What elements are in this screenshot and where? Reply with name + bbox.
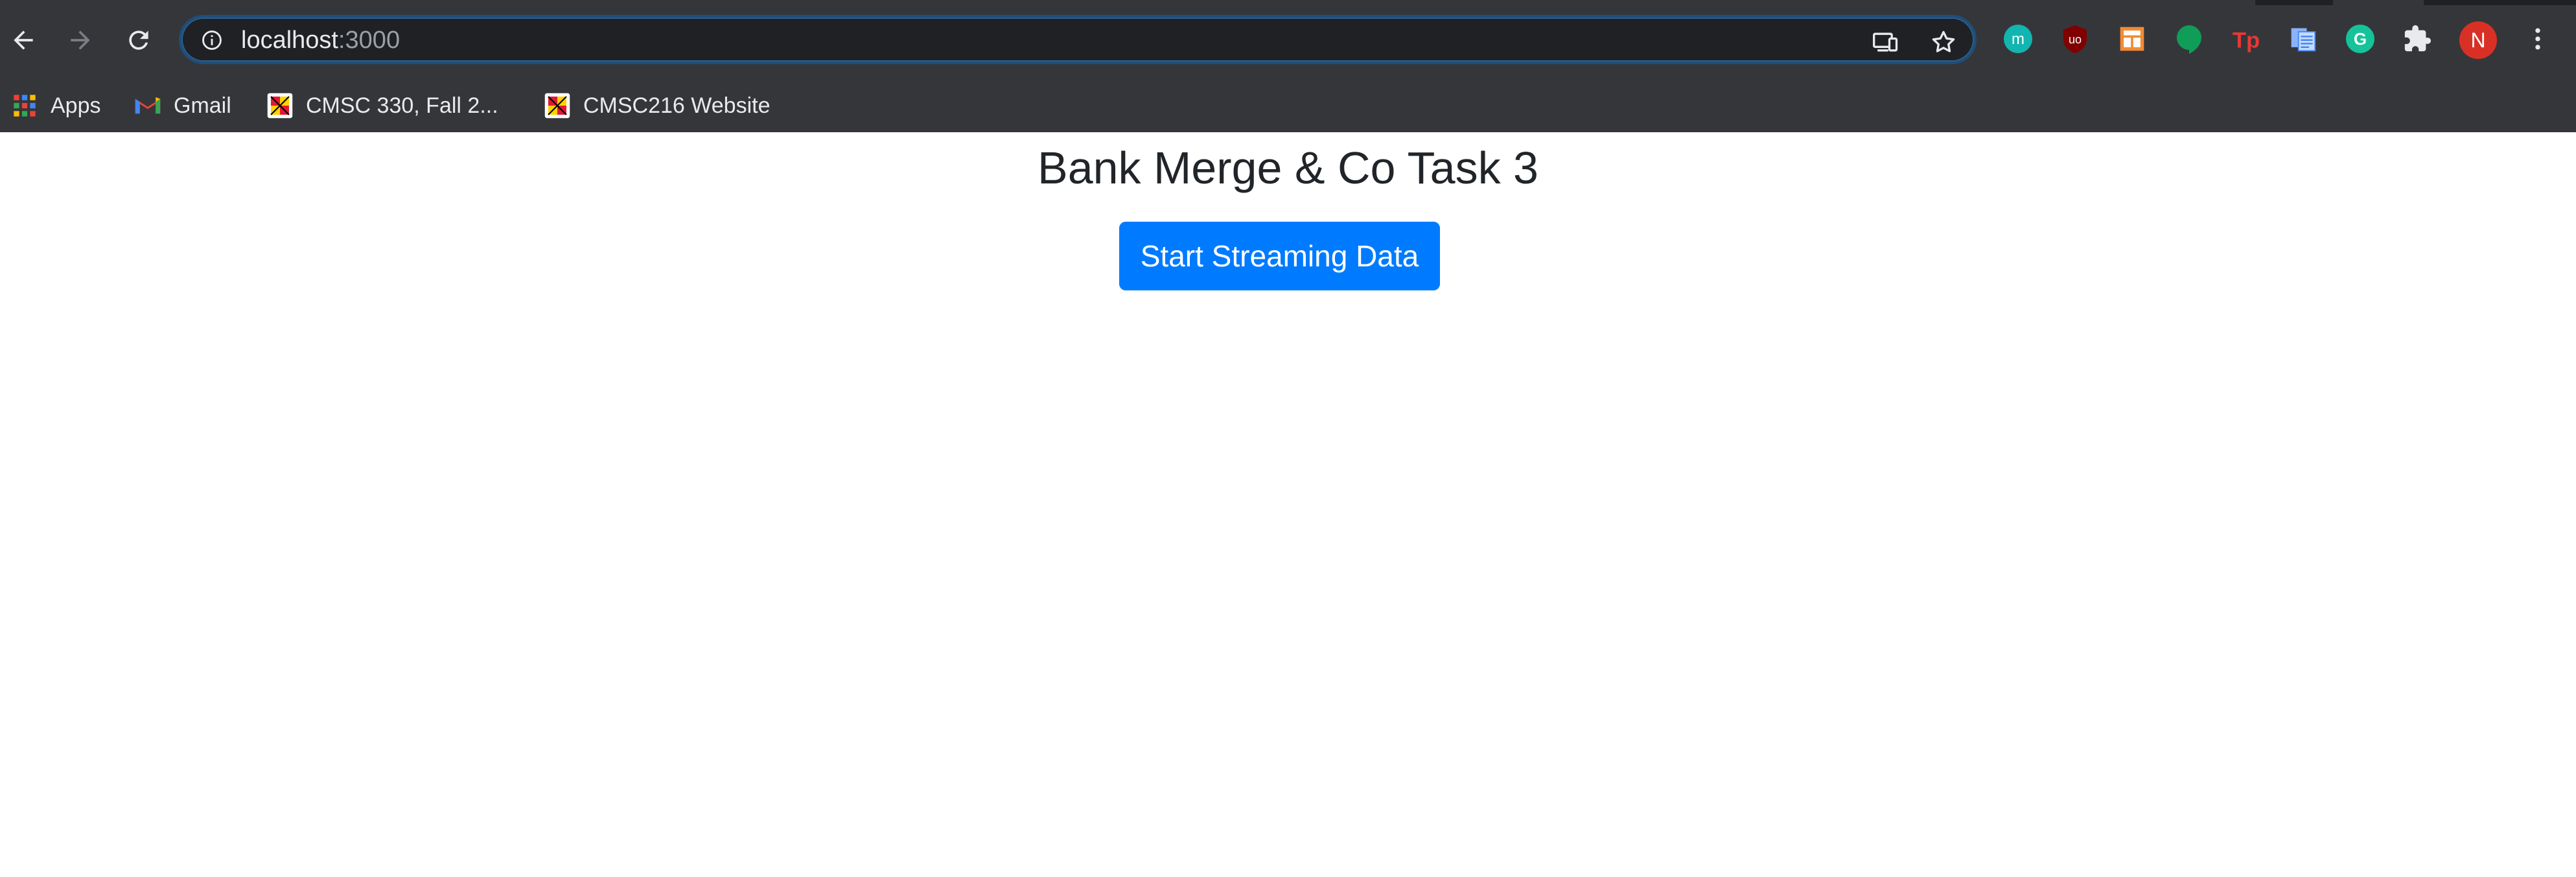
bookmark-cmsc216[interactable]: CMSC216 Website: [543, 87, 771, 124]
profile-avatar[interactable]: N: [2459, 21, 2498, 60]
extensions-puzzle-icon[interactable]: [2400, 22, 2434, 56]
url-text[interactable]: localhost:3000: [241, 25, 400, 55]
page-title: Bank Merge & Co Task 3: [1038, 143, 1538, 193]
svg-text:Tp: Tp: [2233, 28, 2260, 53]
layout-glyph: [2120, 27, 2144, 51]
bookmark-cmsc330[interactable]: CMSC 330, Fall 2...: [266, 87, 498, 124]
grammarly-icon[interactable]: G: [2343, 22, 2377, 56]
layout-extension-icon[interactable]: [2115, 22, 2149, 56]
profile-initial: N: [2459, 21, 2497, 59]
kebab-menu-icon: [2535, 28, 2540, 50]
svg-text:m: m: [2012, 30, 2025, 48]
svg-text:uo: uo: [2069, 33, 2082, 46]
ublock-glyph: uo: [2063, 25, 2087, 53]
tab-strip-edge: [2424, 0, 2576, 5]
gmail-icon: [133, 91, 162, 120]
star-glyph: [1932, 30, 1955, 53]
bookmark-apps[interactable]: Apps: [10, 87, 101, 124]
hangouts-glyph: [2177, 25, 2201, 54]
back-button[interactable]: [3, 19, 44, 61]
url-host: localhost: [241, 27, 338, 54]
docs-extension-icon[interactable]: [2286, 22, 2320, 56]
bookmark-star-icon[interactable]: [1929, 28, 1958, 56]
site-info-icon[interactable]: [201, 29, 223, 51]
bookmark-label: CMSC216 Website: [583, 93, 771, 118]
address-bar[interactable]: localhost:3000: [179, 15, 1977, 64]
ublock-icon[interactable]: uo: [2058, 22, 2092, 56]
chrome-menu-button[interactable]: [2521, 22, 2555, 56]
bookmark-label: CMSC 330, Fall 2...: [306, 93, 498, 118]
m-extension-icon[interactable]: m: [2001, 22, 2035, 56]
bookmark-label: Apps: [51, 93, 101, 118]
hangouts-icon[interactable]: [2172, 22, 2206, 56]
tp-extension-icon[interactable]: Tp: [2229, 22, 2263, 56]
svg-text:G: G: [2354, 29, 2367, 49]
forward-button[interactable]: [60, 19, 101, 61]
browser-toolbar: localhost:3000 m uo Tp G N: [0, 0, 2576, 79]
grammarly-glyph: G: [2346, 25, 2374, 53]
docs-glyph: [2291, 28, 2316, 52]
back-arrow-icon: [14, 30, 33, 50]
m-extension-glyph: m: [2004, 25, 2032, 53]
tab-strip-edge: [2255, 0, 2333, 5]
bookmark-gmail[interactable]: Gmail: [133, 87, 231, 124]
forward-arrow-icon: [71, 30, 90, 50]
umd-crest-icon: [543, 91, 572, 120]
bookmark-label: Gmail: [174, 93, 231, 118]
puzzle-glyph: [2404, 25, 2431, 52]
reload-button[interactable]: [118, 19, 159, 61]
start-streaming-button[interactable]: Start Streaming Data: [1119, 222, 1440, 290]
bookmarks-bar: Apps Gmail CMSC 330, Fall 2... CMSC216 W…: [0, 79, 2576, 132]
cast-device-icon[interactable]: [1872, 28, 1900, 56]
cast-device-glyph: [1873, 32, 1898, 52]
tp-glyph: Tp: [2233, 28, 2260, 53]
url-port: :3000: [338, 27, 400, 54]
apps-grid-icon: [10, 91, 39, 120]
umd-crest-icon: [266, 91, 294, 120]
reload-icon: [129, 30, 148, 50]
